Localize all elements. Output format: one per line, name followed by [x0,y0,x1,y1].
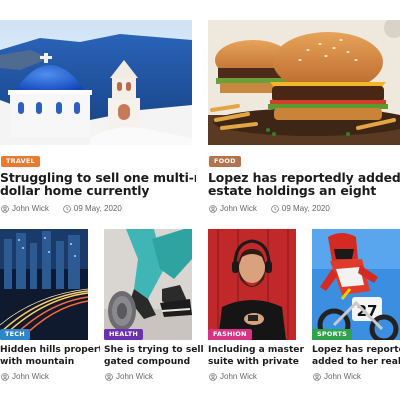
category-badge-fashion[interactable]: FASHION [208,329,252,340]
featured-image-burger[interactable] [208,20,400,145]
featured-meta: John Wick 09 May, 2020 [209,204,330,213]
post-title-line-2[interactable]: gated compound [104,356,204,369]
clock-icon [63,204,71,213]
post-meta: John Wick [105,372,153,381]
author-name[interactable]: John Wick [12,372,49,381]
author-name[interactable]: John Wick [12,204,49,213]
featured-title-line-2[interactable]: estate holdings an eight [208,182,400,199]
category-badge-health[interactable]: HEALTH [104,329,144,340]
post-date: 09 May, 2020 [281,204,330,213]
author-name[interactable]: John Wick [116,372,153,381]
featured-title-line-2[interactable]: dollar home currently [0,182,196,199]
user-icon [1,204,9,213]
post-image-bearded-man[interactable] [208,229,296,340]
category-badge-tech[interactable]: TECH [0,329,30,340]
author-name[interactable]: John Wick [220,204,257,213]
post-meta: John Wick [313,372,361,381]
post-image-yoga[interactable] [104,229,192,340]
post-image-motocross[interactable]: 27 [312,229,400,340]
post-meta: John Wick [209,372,257,381]
author-name[interactable]: John Wick [324,372,361,381]
clock-icon [271,204,279,213]
featured-meta: John Wick 09 May, 2020 [1,204,122,213]
post-title-line-2[interactable]: with mountain [0,356,100,369]
featured-image-santorini[interactable] [0,20,192,145]
post-title-line-2[interactable]: added to her real [312,356,400,369]
author-name[interactable]: John Wick [220,372,257,381]
category-badge-travel[interactable]: TRAVEL [1,156,40,167]
category-badge-sports[interactable]: SPORTS [312,329,352,340]
user-icon [1,372,9,381]
user-icon [105,372,113,381]
user-icon [209,204,217,213]
category-badge-food[interactable]: FOOD [209,156,241,167]
post-image-city-night[interactable] [0,229,88,340]
post-date: 09 May, 2020 [73,204,122,213]
user-icon [313,372,321,381]
user-icon [209,372,217,381]
post-meta: John Wick [1,372,49,381]
post-title-line-2[interactable]: suite with private [208,356,308,369]
